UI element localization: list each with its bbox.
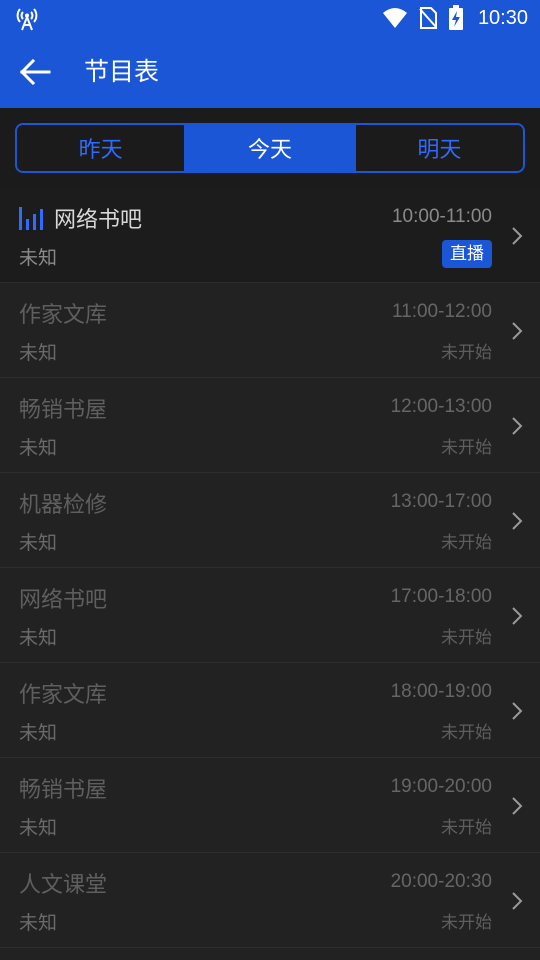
battery-charging-icon bbox=[448, 5, 463, 30]
program-row[interactable]: 机器检修 未知 13:00-17:00 未开始 bbox=[0, 473, 540, 568]
live-equalizer-icon bbox=[19, 207, 43, 230]
chevron-right-icon bbox=[512, 702, 523, 720]
tab-tomorrow[interactable]: 明天 bbox=[353, 125, 523, 171]
program-host: 未知 bbox=[19, 532, 58, 554]
program-status: 未开始 bbox=[441, 818, 492, 838]
program-title: 网络书吧 bbox=[54, 208, 143, 233]
program-host: 未知 bbox=[19, 817, 58, 839]
radio-tower-icon bbox=[16, 8, 38, 31]
program-row[interactable]: 人文课堂 未知 20:00-20:30 未开始 bbox=[0, 853, 540, 948]
program-host: 未知 bbox=[19, 437, 58, 459]
day-tabs: 昨天 今天 明天 bbox=[15, 123, 525, 173]
program-list: 网络书吧 未知 10:00-11:00 直播 作家文库 未知 11:00-12:… bbox=[0, 188, 540, 948]
program-time: 13:00-17:00 bbox=[390, 491, 492, 512]
program-title: 人文课堂 bbox=[19, 873, 108, 898]
page-title: 节目表 bbox=[84, 57, 160, 86]
program-row[interactable]: 畅销书屋 未知 12:00-13:00 未开始 bbox=[0, 378, 540, 473]
tab-today[interactable]: 今天 bbox=[184, 125, 354, 171]
program-title: 畅销书屋 bbox=[19, 398, 108, 423]
app-bar: 节目表 bbox=[0, 36, 540, 108]
program-time: 12:00-13:00 bbox=[390, 396, 492, 417]
program-title: 作家文库 bbox=[19, 303, 108, 328]
program-time: 20:00-20:30 bbox=[390, 871, 492, 892]
status-time: 10:30 bbox=[477, 6, 528, 29]
chevron-right-icon bbox=[512, 512, 523, 530]
no-sim-icon bbox=[419, 7, 437, 29]
program-row[interactable]: 网络书吧 未知 17:00-18:00 未开始 bbox=[0, 568, 540, 663]
chevron-right-icon bbox=[512, 322, 523, 340]
program-time: 18:00-19:00 bbox=[390, 681, 492, 702]
program-row[interactable]: 作家文库 未知 11:00-12:00 未开始 bbox=[0, 283, 540, 378]
program-host: 未知 bbox=[19, 722, 58, 744]
program-host: 未知 bbox=[19, 912, 58, 934]
status-icons: 10:30 bbox=[382, 0, 528, 36]
program-status: 未开始 bbox=[441, 628, 492, 648]
program-time: 17:00-18:00 bbox=[390, 586, 492, 607]
program-time: 10:00-11:00 bbox=[391, 206, 492, 227]
program-host: 未知 bbox=[19, 627, 58, 649]
chevron-right-icon bbox=[512, 227, 523, 245]
live-badge: 直播 bbox=[442, 240, 492, 268]
day-tabs-container: 昨天 今天 明天 bbox=[0, 108, 540, 188]
program-row[interactable]: 作家文库 未知 18:00-19:00 未开始 bbox=[0, 663, 540, 758]
chevron-right-icon bbox=[512, 607, 523, 625]
program-status: 未开始 bbox=[441, 913, 492, 933]
chevron-right-icon bbox=[512, 417, 523, 435]
program-row[interactable]: 网络书吧 未知 10:00-11:00 直播 bbox=[0, 188, 540, 283]
program-title: 作家文库 bbox=[19, 683, 108, 708]
program-title: 网络书吧 bbox=[19, 588, 108, 613]
arrow-left-icon bbox=[19, 58, 51, 86]
program-status: 未开始 bbox=[441, 533, 492, 553]
wifi-icon bbox=[382, 8, 407, 28]
program-host: 未知 bbox=[19, 247, 58, 269]
program-time: 11:00-12:00 bbox=[391, 301, 492, 322]
program-status: 未开始 bbox=[441, 723, 492, 743]
chevron-right-icon bbox=[512, 892, 523, 910]
back-button[interactable] bbox=[16, 54, 54, 90]
chevron-right-icon bbox=[512, 797, 523, 815]
program-status: 未开始 bbox=[441, 343, 492, 363]
program-row[interactable]: 畅销书屋 未知 19:00-20:00 未开始 bbox=[0, 758, 540, 853]
tab-yesterday[interactable]: 昨天 bbox=[17, 125, 184, 171]
program-status: 未开始 bbox=[441, 438, 492, 458]
program-host: 未知 bbox=[19, 342, 58, 364]
program-title: 机器检修 bbox=[19, 493, 108, 518]
status-bar: 10:30 bbox=[0, 0, 540, 36]
program-time: 19:00-20:00 bbox=[390, 776, 492, 797]
program-title: 畅销书屋 bbox=[19, 778, 108, 803]
